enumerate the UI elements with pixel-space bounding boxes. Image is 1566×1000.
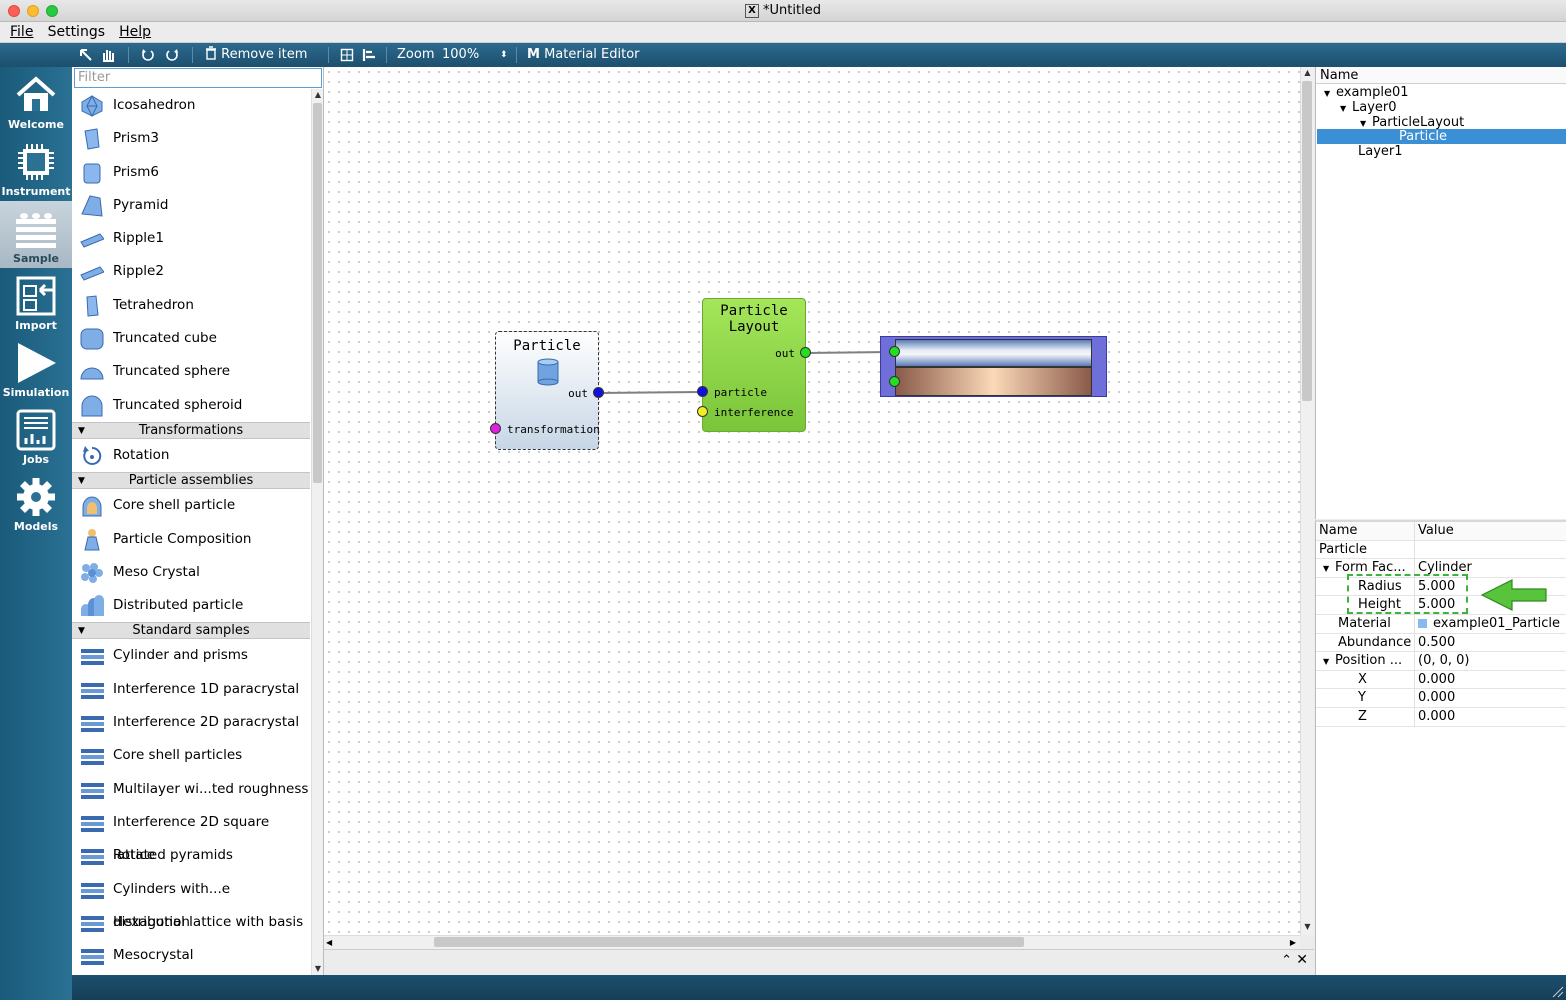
sample-tree-view: Name ▼ example01 ▼ Layer0 ▼ ParticleLayout … [1315,67,1566,519]
y-value-field[interactable]: 0.000 [1417,689,1566,707]
canvas-horizontal-scrollbar[interactable]: ◀ ▶ [324,935,1300,949]
property-row-y[interactable]: Y 0.000 [1316,689,1566,708]
expand-triangle-icon[interactable]: ▼ [1340,101,1352,116]
layout-particle-port[interactable] [697,386,708,397]
property-row-abundance[interactable]: Abundance 0.500 [1316,633,1566,653]
scroll-left-arrow-icon[interactable]: ◀ [326,936,332,949]
chevron-up-icon[interactable]: ⌃ [1281,953,1292,968]
layout-node-title-line1: Particle [720,303,788,319]
tree-item-label: Layer1 [1358,144,1403,159]
tree-item-label: ParticleLayout [1372,115,1465,130]
tree-item-particlelayout[interactable]: ▼ ParticleLayout [1360,115,1464,130]
property-row-material[interactable]: Material example01_Particle [1316,615,1566,634]
resize-grip-icon[interactable] [1550,984,1564,998]
status-bar [72,975,1566,1000]
property-name: Position ... [1335,653,1403,669]
tree-header: Name [1316,67,1566,84]
particle-node-title: Particle [513,338,581,354]
canvas-vscroll-thumb[interactable] [1302,81,1312,401]
header-value: Value [1418,523,1454,538]
scroll-up-arrow-icon[interactable]: ▲ [1301,67,1314,79]
port-out-label: out [568,387,588,400]
header-name: Name [1316,522,1415,540]
tree-item-layer1[interactable]: Layer1 [1358,144,1403,159]
tree-item-particle[interactable]: Particle [1317,129,1566,144]
layer0-box[interactable] [895,339,1092,367]
canvas-vertical-scrollbar[interactable]: ▲ ▼ [1300,67,1314,935]
material-value: example01_Particle [1433,616,1561,631]
property-name: Y [1316,689,1415,707]
port-interference-label: interference [714,406,794,419]
expand-triangle-icon[interactable]: ▼ [1323,653,1335,670]
radius-height-highlight-box [1347,574,1468,614]
tree-item-layer0[interactable]: ▼ Layer0 [1340,100,1397,115]
layer1-box[interactable] [895,367,1092,396]
property-name-cell: ▼ Position ... [1316,652,1415,670]
tree-item-label: Particle [1399,129,1448,144]
property-value: (0, 0, 0) [1418,653,1470,669]
connection-particle-to-layout [598,391,703,394]
property-name: Z [1316,708,1415,726]
material-value-cell[interactable]: example01_Particle [1417,615,1566,633]
close-icon[interactable]: ✕ [1296,952,1308,968]
scroll-right-arrow-icon[interactable]: ▶ [1290,936,1296,949]
tree-item-example01[interactable]: ▼ example01 [1324,85,1409,100]
layout-interference-port[interactable] [697,406,708,417]
property-name: Form Fac... [1335,560,1406,576]
property-header-row: Name Value [1316,522,1566,541]
property-row-x[interactable]: X 0.000 [1316,670,1566,690]
particle-transformation-port[interactable] [490,423,501,434]
tree-item-label: example01 [1336,85,1409,100]
property-value [1417,541,1566,559]
layout-out-port[interactable] [800,347,811,358]
expand-triangle-icon[interactable]: ▼ [1324,86,1336,101]
port-transformation-label: transformation [507,423,600,436]
layer1-layout-port[interactable] [889,376,900,387]
bottom-panel-bar: ⌃ ✕ [324,949,1314,975]
abundance-value-field[interactable]: 0.500 [1417,634,1566,652]
material-color-swatch [1418,619,1427,628]
property-name: Material [1316,615,1415,633]
x-value-field[interactable]: 0.000 [1417,671,1566,689]
layout-node-title-line2: Layout [728,319,780,335]
tree-item-label: Layer0 [1352,100,1397,115]
cylinder-icon [537,358,559,386]
expand-triangle-icon[interactable]: ▼ [1323,560,1335,577]
canvas-hscroll-thumb[interactable] [434,937,1024,947]
particle-layout-node[interactable]: Particle Layout out particle interferenc… [702,298,806,432]
property-name: X [1316,670,1415,689]
z-value-field[interactable]: 0.000 [1417,708,1566,726]
port-particle-label: particle [714,386,767,399]
property-name: Abundance [1316,633,1415,652]
multilayer-node[interactable] [880,336,1107,397]
green-arrow-icon [1480,579,1547,611]
particle-node[interactable]: Particle out transformation [495,331,600,450]
particle-out-port[interactable] [593,387,604,398]
property-row-position[interactable]: ▼ Position ... (0, 0, 0) [1316,652,1566,671]
property-row-particle: Particle [1316,540,1566,560]
layer0-layout-port[interactable] [889,346,900,357]
property-name: Particle [1316,540,1415,559]
port-out-label: out [775,347,795,360]
property-row-z[interactable]: Z 0.000 [1316,708,1566,727]
scroll-down-arrow-icon[interactable]: ▼ [1301,921,1314,933]
